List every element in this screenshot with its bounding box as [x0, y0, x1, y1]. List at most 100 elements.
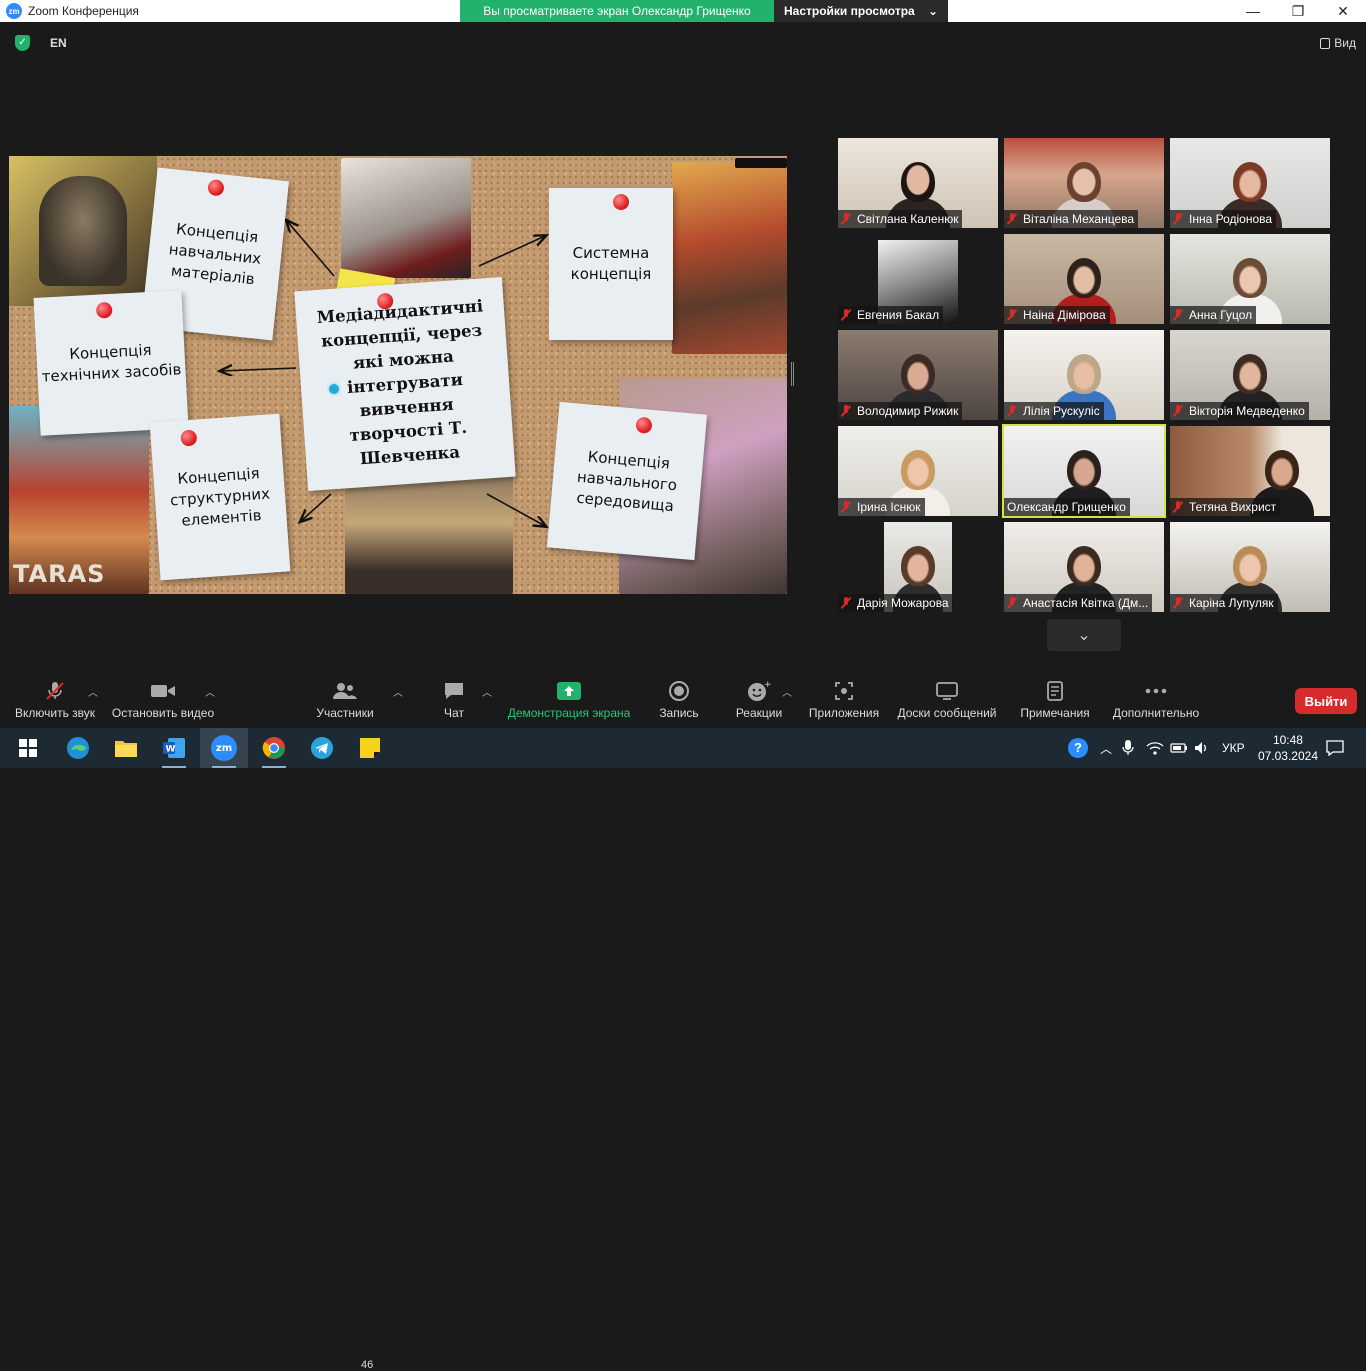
- chevron-down-icon: ⌄: [1077, 627, 1091, 644]
- share-screen-button[interactable]: Демонстрация экрана: [506, 676, 632, 728]
- leave-button[interactable]: Выйти: [1295, 688, 1357, 714]
- view-options-button[interactable]: Настройки просмотра ⌄: [774, 0, 948, 22]
- record-button[interactable]: Запись: [652, 676, 706, 728]
- participant-name: Володимир Рижик: [857, 404, 959, 418]
- reactions-label: Реакции: [735, 706, 783, 720]
- windows-logo-icon: [19, 739, 37, 757]
- note-text: Системна концепція: [570, 244, 652, 283]
- participant-name: Лілія Рускуліс: [1023, 404, 1100, 418]
- participant-name: Тетяна Вихрист: [1189, 500, 1277, 514]
- edge-browser-icon[interactable]: [54, 728, 102, 768]
- mic-muted-icon: [1007, 405, 1017, 417]
- input-language-indicator[interactable]: УКР: [1222, 728, 1245, 768]
- view-grid-icon: [1320, 37, 1331, 49]
- show-hidden-icons-chevron-icon[interactable]: ︿: [1100, 728, 1112, 768]
- participant-tile[interactable]: Анна Гуцол: [1170, 234, 1330, 324]
- mic-muted-icon: [1173, 309, 1183, 321]
- participant-tile-active-speaker[interactable]: Олександр Грищенко: [1002, 424, 1166, 518]
- meeting-top-bar: ✓ EN Вид: [0, 22, 1366, 64]
- notes-label: Примечания: [1020, 706, 1090, 720]
- participant-tile[interactable]: Каріна Лупуляк: [1170, 522, 1330, 612]
- wifi-icon[interactable]: [1146, 728, 1164, 768]
- maximize-button[interactable]: ❐: [1275, 0, 1321, 22]
- pushpin-icon: [613, 194, 629, 210]
- participants-count: 46: [361, 1359, 374, 1371]
- note-learning-environment: Концепція навчального середовища: [546, 401, 708, 561]
- chat-options-caret[interactable]: ︿: [482, 684, 492, 699]
- view-button[interactable]: Вид: [1320, 36, 1356, 50]
- note-technical-means: Концепція технічних засобів: [33, 290, 189, 436]
- pushpin-icon: [635, 416, 653, 434]
- participants-button[interactable]: Участники: [312, 676, 378, 728]
- participant-tile[interactable]: Дарія Можарова: [838, 522, 998, 612]
- security-shield-icon[interactable]: ✓: [15, 35, 30, 51]
- telegram-icon[interactable]: [298, 728, 346, 768]
- clock-date: 07.03.2024: [1257, 749, 1318, 763]
- apps-button[interactable]: Приложения: [805, 676, 883, 728]
- note-text: Концепція навчальних матеріалів: [167, 219, 263, 288]
- reactions-options-caret[interactable]: ︿: [782, 684, 792, 699]
- panel-splitter-handle[interactable]: [791, 362, 794, 386]
- pushpin-icon: [95, 301, 113, 319]
- reactions-button[interactable]: + Реакции: [732, 676, 786, 728]
- participants-options-caret[interactable]: ︿: [393, 684, 403, 699]
- whiteboard-icon: [935, 676, 959, 706]
- chrome-icon[interactable]: [250, 728, 298, 768]
- participant-tile[interactable]: Ірина Існюк: [838, 426, 998, 516]
- video-options-caret[interactable]: ︿: [205, 684, 215, 699]
- share-screen-label: Демонстрация экрана: [507, 706, 631, 720]
- audio-options-caret[interactable]: ︿: [88, 684, 98, 699]
- participant-tile[interactable]: Лілія Рускуліс: [1004, 330, 1164, 420]
- mic-muted-icon: [841, 597, 851, 609]
- microphone-icon[interactable]: [1122, 728, 1134, 768]
- more-button[interactable]: Дополнительно: [1110, 676, 1202, 728]
- participant-tile[interactable]: Інна Родіонова: [1170, 138, 1330, 228]
- more-label: Дополнительно: [1112, 706, 1200, 720]
- mic-muted-icon: [1007, 597, 1017, 609]
- participant-tile[interactable]: Наіна Дімірова: [1004, 234, 1164, 324]
- participant-tile[interactable]: Евгения Бакал: [838, 234, 998, 324]
- chat-bubble-icon: [443, 676, 465, 706]
- chat-button[interactable]: Чат: [434, 676, 474, 728]
- help-icon[interactable]: ?: [1068, 728, 1088, 768]
- unmute-label: Включить звук: [14, 706, 96, 720]
- volume-icon[interactable]: [1194, 728, 1210, 768]
- close-button[interactable]: ✕: [1320, 0, 1366, 22]
- shared-screen[interactable]: TARAS Концепція навчальних матеріалів Си…: [9, 156, 787, 594]
- zoom-taskbar-icon[interactable]: zm: [200, 728, 248, 768]
- participant-tile[interactable]: Тетяна Вихрист: [1170, 426, 1330, 516]
- participant-tile[interactable]: Вікторія Медведенко: [1170, 330, 1330, 420]
- battery-icon[interactable]: [1170, 728, 1188, 768]
- note-structural-elements: Концепція структурних елементів: [149, 413, 291, 581]
- participant-tile[interactable]: Світлана Каленюк: [838, 138, 998, 228]
- chat-label: Чат: [444, 706, 464, 720]
- language-indicator[interactable]: EN: [50, 36, 67, 50]
- gallery-scroll-down-button[interactable]: ⌄: [1047, 619, 1121, 651]
- minimize-button[interactable]: —: [1230, 0, 1276, 22]
- system-clock[interactable]: 10:48 07.03.2024: [1258, 732, 1318, 764]
- notifications-icon[interactable]: [1326, 728, 1344, 768]
- whiteboards-button[interactable]: Доски сообщений: [894, 676, 1000, 728]
- window-title: Zoom Конференция: [28, 4, 139, 18]
- participants-icon: [332, 676, 358, 706]
- participant-tile[interactable]: Анастасія Квітка (Дм...: [1004, 522, 1164, 612]
- note-text: Концепція технічних засобів: [41, 340, 182, 386]
- mic-muted-icon: [841, 501, 851, 513]
- mic-muted-icon: [1173, 501, 1183, 513]
- file-explorer-icon[interactable]: [102, 728, 150, 768]
- word-icon[interactable]: W: [150, 728, 198, 768]
- record-label: Запись: [659, 706, 699, 720]
- participant-name: Дарія Можарова: [857, 596, 949, 610]
- record-icon: [668, 676, 690, 706]
- unmute-button[interactable]: Включить звук: [12, 676, 98, 728]
- notes-button[interactable]: Примечания: [1017, 676, 1093, 728]
- share-banner: Вы просматриваете экран Олександр Грищен…: [460, 0, 948, 22]
- sticky-notes-icon[interactable]: [346, 728, 394, 768]
- participant-tile[interactable]: Віталіна Механцева: [1004, 138, 1164, 228]
- participant-tile[interactable]: Володимир Рижик: [838, 330, 998, 420]
- remote-cursor-icon: [327, 382, 341, 396]
- mic-muted-icon: [1173, 405, 1183, 417]
- stop-video-label: Остановить видео: [111, 706, 215, 720]
- windows-start-button[interactable]: [4, 728, 52, 768]
- stop-video-button[interactable]: Остановить видео: [110, 676, 216, 728]
